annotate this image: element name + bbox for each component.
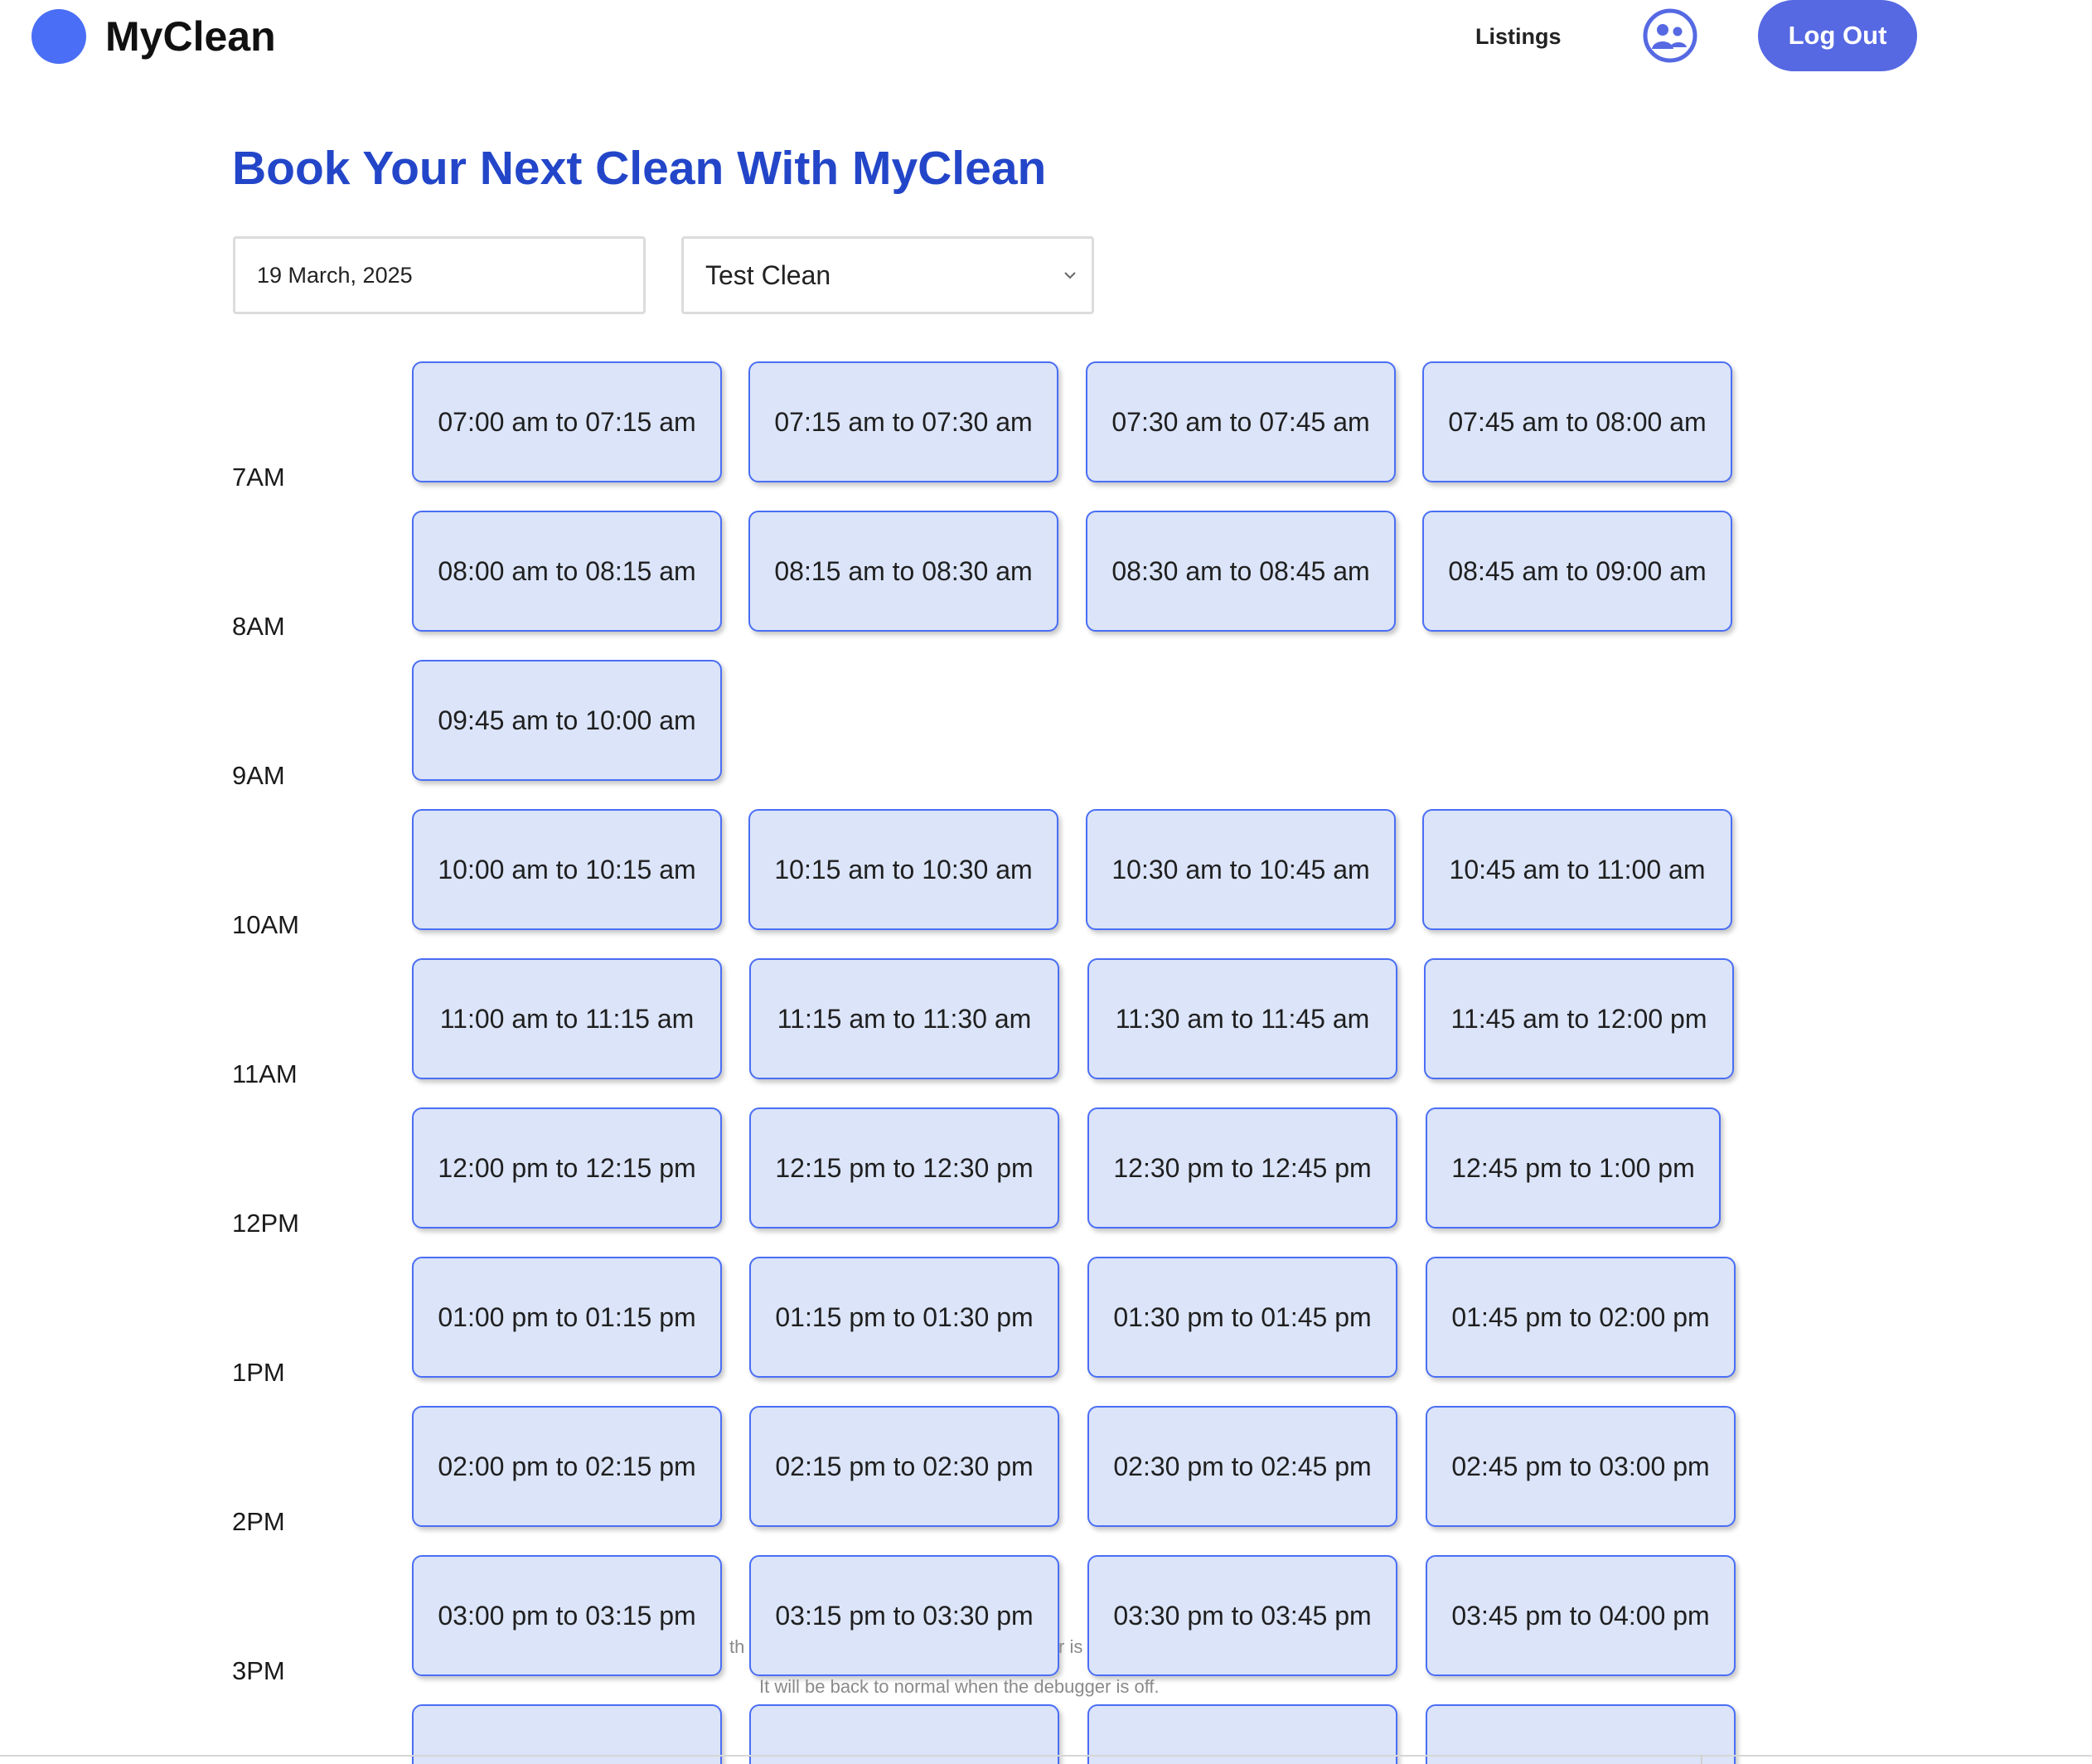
time-slot-button[interactable]: 03:45 pm to 04:00 pm [1426, 1555, 1736, 1676]
time-slot-button[interactable]: 03:00 pm to 03:15 pm [412, 1555, 722, 1676]
page-title: Book Your Next Clean With MyClean [232, 142, 1047, 195]
time-slot-button[interactable]: 11:15 am to 11:30 am [749, 958, 1059, 1079]
time-slot-button[interactable]: 10:00 am to 10:15 am [412, 809, 722, 930]
service-select[interactable]: Test Clean [681, 236, 1094, 314]
time-slot-button[interactable]: 07:15 am to 07:30 am [748, 361, 1058, 482]
time-slot-button[interactable]: 08:30 am to 08:45 am [1086, 511, 1396, 632]
service-select-value: Test Clean [705, 259, 831, 290]
time-slot-button[interactable]: 02:30 pm to 02:45 pm [1087, 1406, 1397, 1527]
time-slot-button[interactable]: 03:30 pm to 03:45 pm [1087, 1555, 1397, 1676]
hour-label: 7AM [232, 463, 285, 492]
date-input[interactable] [233, 236, 646, 314]
hour-label: 2PM [232, 1507, 285, 1536]
time-slot-button[interactable]: 10:45 am to 11:00 am [1422, 809, 1732, 930]
time-slot-button[interactable]: 01:00 pm to 01:15 pm [412, 1257, 722, 1378]
time-slot-button[interactable]: 11:00 am to 11:15 am [412, 958, 722, 1079]
hour-label: 8AM [232, 612, 285, 641]
time-slot-button[interactable]: 03:15 pm to 03:30 pm [749, 1555, 1059, 1676]
divider [0, 1755, 2092, 1757]
booking-page: MyClean Listings Log Out Book Your Next … [0, 0, 2092, 1764]
time-slot-button[interactable]: 07:45 am to 08:00 am [1422, 361, 1732, 482]
debug-overlay-fragment: r is [1058, 1636, 1083, 1657]
time-slot-button[interactable]: 10:15 am to 10:30 am [748, 809, 1058, 930]
divider [1701, 1755, 1702, 1764]
user-profile-icon[interactable] [1642, 7, 1698, 64]
chevron-down-icon [1064, 272, 1076, 279]
time-slot-button[interactable]: 07:30 am to 07:45 am [1086, 361, 1396, 482]
hour-label: 11AM [232, 1059, 298, 1088]
time-slot-button[interactable]: 08:15 am to 08:30 am [748, 511, 1058, 632]
time-slot-button[interactable]: 08:00 am to 08:15 am [412, 511, 722, 632]
hour-label: 3PM [232, 1656, 285, 1685]
time-slot-button[interactable]: 12:30 pm to 12:45 pm [1087, 1107, 1397, 1228]
time-slot-button[interactable]: 12:45 pm to 1:00 pm [1426, 1107, 1721, 1228]
time-slot-button[interactable]: 02:00 pm to 02:15 pm [412, 1406, 722, 1527]
time-slot-button[interactable]: 09:45 am to 10:00 am [412, 660, 722, 781]
hour-label: 12PM [232, 1209, 299, 1238]
logout-button[interactable]: Log Out [1758, 0, 1917, 71]
brand-name[interactable]: MyClean [105, 9, 276, 64]
debug-overlay-fragment: th [729, 1636, 745, 1657]
time-slot-button[interactable]: 02:15 pm to 02:30 pm [749, 1406, 1059, 1527]
time-slot-button[interactable]: 01:15 pm to 01:30 pm [749, 1257, 1059, 1378]
nav-listings-link[interactable]: Listings [1475, 18, 1562, 55]
time-slot-button[interactable]: 11:45 am to 12:00 pm [1424, 958, 1734, 1079]
logo-icon[interactable] [31, 9, 86, 64]
time-slot-button[interactable]: 07:00 am to 07:15 am [412, 361, 722, 482]
time-slot-button[interactable]: 01:30 pm to 01:45 pm [1087, 1257, 1397, 1378]
time-slot-button[interactable]: 12:00 pm to 12:15 pm [412, 1107, 722, 1228]
hour-label: 9AM [232, 761, 285, 790]
hour-label: 1PM [232, 1358, 285, 1387]
time-slot-button[interactable]: 12:15 pm to 12:30 pm [749, 1107, 1059, 1228]
time-slot-button[interactable]: 01:45 pm to 02:00 pm [1426, 1257, 1736, 1378]
hour-label: 10AM [232, 910, 299, 939]
time-slot-button[interactable]: 02:45 pm to 03:00 pm [1426, 1406, 1736, 1527]
time-slot-button[interactable]: 11:30 am to 11:45 am [1087, 958, 1397, 1079]
time-slot-button[interactable]: 08:45 am to 09:00 am [1422, 511, 1732, 632]
debug-overlay-message: It will be back to normal when the debug… [759, 1676, 1160, 1697]
time-slot-button[interactable]: 10:30 am to 10:45 am [1086, 809, 1396, 930]
